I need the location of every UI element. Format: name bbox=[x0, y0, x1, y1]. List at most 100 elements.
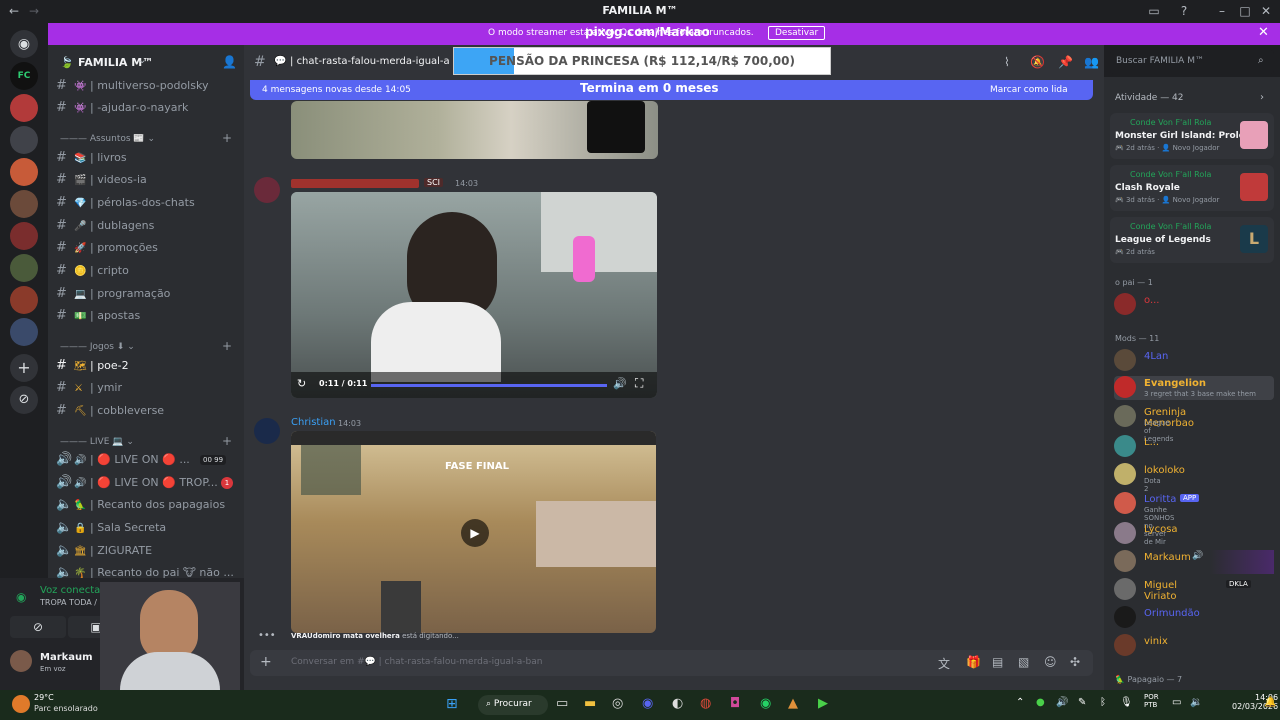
sidebar-channel[interactable]: # 💎 | pérolas-dos-chats bbox=[56, 193, 242, 213]
app-icon[interactable]: ▲ bbox=[788, 696, 798, 711]
tray-icon[interactable]: ✎ bbox=[1078, 697, 1086, 708]
sidebar-channel[interactable]: # 💻 | programação bbox=[56, 284, 242, 304]
voice-channel[interactable]: 🔊 🔊 | 🔴 LIVE ON 🔴 TROP... bbox=[56, 473, 242, 493]
attach-plus-icon[interactable]: + bbox=[260, 654, 272, 670]
chevron-right-icon[interactable]: › bbox=[1260, 92, 1264, 103]
volume-icon[interactable]: 🔊 bbox=[613, 377, 627, 390]
sticker-icon[interactable]: ▧ bbox=[1018, 655, 1029, 669]
activity-card[interactable]: Conde Von F'all Rola League of Legends 🎮… bbox=[1110, 217, 1274, 263]
volume-tray-icon[interactable]: 🔉 bbox=[1190, 697, 1202, 708]
network-icon[interactable]: ▭ bbox=[1172, 697, 1181, 708]
activity-card[interactable]: Conde Von F'all Rola Monster Girl Island… bbox=[1110, 113, 1274, 159]
server-icon[interactable] bbox=[10, 94, 38, 122]
replay-icon[interactable]: ↻ bbox=[297, 377, 306, 390]
bluetooth-icon[interactable]: ᛒ bbox=[1100, 697, 1106, 708]
server-icon[interactable] bbox=[10, 286, 38, 314]
inbox-icon[interactable]: ▭ bbox=[1146, 3, 1162, 19]
sidebar-channel[interactable]: # 🎤 | dublagens bbox=[56, 216, 242, 236]
add-channel-icon[interactable]: + bbox=[222, 434, 232, 448]
voice-channel[interactable]: 🔈 🦜 | Recanto dos papagaios bbox=[56, 495, 242, 515]
maximize-icon[interactable]: □ bbox=[1237, 3, 1253, 19]
member-item[interactable]: Markaum 🔊 bbox=[1114, 550, 1274, 574]
close-icon[interactable]: ✕ bbox=[1258, 3, 1274, 19]
video-player[interactable]: FASE FINAL ▶ bbox=[291, 431, 656, 633]
voice-channel[interactable]: 🔈 🏛 | ZIGURATE bbox=[56, 541, 242, 561]
video-progress[interactable] bbox=[371, 384, 607, 387]
mic-tray-icon[interactable]: 🎙 bbox=[1120, 697, 1133, 708]
server-icon[interactable] bbox=[10, 318, 38, 346]
sidebar-channel[interactable]: # 👾 | -ajudar-o-nayark bbox=[56, 98, 242, 118]
help-icon[interactable]: ? bbox=[1176, 3, 1192, 19]
mark-read-button[interactable]: Marcar como lida bbox=[990, 85, 1068, 95]
server-header[interactable]: 🍃 FAMILIA M™ ⌄ 👤 bbox=[48, 50, 244, 76]
threads-icon[interactable]: ⌇ bbox=[1004, 55, 1010, 69]
notification-bell-icon[interactable]: 🔔 bbox=[1264, 697, 1276, 708]
category-jogos[interactable]: ——— Jogos ⬇ ⌄ bbox=[60, 342, 135, 352]
instagram-icon[interactable]: ◘ bbox=[730, 696, 740, 711]
pin-icon[interactable]: 📌 bbox=[1058, 55, 1073, 69]
notifications-off-icon[interactable]: 🔕 bbox=[1030, 55, 1045, 69]
activity-card[interactable]: Conde Von F'all Rola Clash Royale 🎮 3d a… bbox=[1110, 165, 1274, 211]
steam-icon[interactable]: ◎ bbox=[612, 696, 623, 711]
voice-channel[interactable]: 🔈 🔒 | Sala Secreta bbox=[56, 518, 242, 538]
avatar[interactable] bbox=[254, 177, 280, 203]
camera-off-icon[interactable]: ⊘ bbox=[10, 616, 66, 638]
weather-icon[interactable] bbox=[12, 695, 30, 713]
new-messages-bar[interactable]: 4 mensagens novas desde 14:05 Termina em… bbox=[250, 80, 1093, 100]
close-banner-icon[interactable]: ✕ bbox=[1258, 25, 1269, 40]
server-icon[interactable] bbox=[10, 254, 38, 282]
search-input[interactable]: Buscar FAMILIA M™ ⌕ bbox=[1110, 50, 1274, 74]
sidebar-channel[interactable]: # 🚀 | promoções bbox=[56, 238, 242, 258]
author-name-hidden[interactable] bbox=[291, 179, 419, 188]
apps-icon[interactable]: ✣ bbox=[1070, 655, 1080, 669]
task-view-icon[interactable]: ▭ bbox=[556, 696, 568, 711]
message-image[interactable] bbox=[291, 101, 658, 159]
discord-home-icon[interactable]: ◉ bbox=[10, 30, 38, 58]
app-icon[interactable]: ▶ bbox=[818, 696, 828, 711]
server-icon[interactable] bbox=[10, 158, 38, 186]
add-channel-icon[interactable]: + bbox=[222, 339, 232, 353]
sidebar-channel[interactable]: # 👾 | multiverso-podolsky bbox=[56, 76, 242, 96]
app-icon[interactable]: ◐ bbox=[672, 696, 683, 711]
minimize-icon[interactable]: – bbox=[1214, 3, 1230, 19]
chrome-icon[interactable]: ◍ bbox=[700, 696, 711, 711]
play-icon[interactable]: ▶ bbox=[461, 519, 489, 547]
gif-icon[interactable]: ▤ bbox=[992, 655, 1003, 669]
category-assuntos[interactable]: ——— Assuntos 📰 ⌄ bbox=[60, 134, 155, 144]
message-input[interactable]: + Conversar em #💬 | chat-rasta-falou-mer… bbox=[250, 650, 1093, 676]
sidebar-channel[interactable]: # 📚 | livros bbox=[56, 148, 242, 168]
sidebar-channel[interactable]: # ⛏ | cobbleverse bbox=[56, 401, 242, 421]
disable-streamer-button[interactable]: Desativar bbox=[768, 26, 826, 40]
audio-tray-icon[interactable]: 🔊 bbox=[1056, 697, 1068, 708]
sidebar-channel[interactable]: # 💵 | apostas bbox=[56, 306, 242, 326]
sidebar-channel[interactable]: # 🎬 | videos-ia bbox=[56, 170, 242, 190]
member-item[interactable]: Evangelion 3 regret that 3 base make them bbox=[1114, 376, 1274, 400]
avatar[interactable] bbox=[254, 418, 280, 444]
category-live[interactable]: ——— LIVE 💻 ⌄ bbox=[60, 437, 134, 447]
video-player[interactable]: ↻ 0:11 / 0:11 🔊 ⛶ bbox=[291, 192, 657, 398]
translate-icon[interactable]: 文 bbox=[938, 655, 950, 672]
server-fc-icon[interactable]: FC bbox=[10, 62, 38, 90]
sidebar-channel-unread[interactable]: # 🗺 | poe-2 bbox=[56, 356, 242, 376]
weather-temp[interactable]: 29°C bbox=[34, 693, 54, 702]
tray-icon[interactable]: ● bbox=[1036, 697, 1045, 708]
add-member-icon[interactable]: 👤 bbox=[222, 55, 237, 69]
sidebar-channel[interactable]: # ⚔ | ymir bbox=[56, 378, 242, 398]
fullscreen-icon[interactable]: ⛶ bbox=[635, 376, 643, 391]
whatsapp-icon[interactable]: ◉ bbox=[760, 696, 771, 711]
gift-icon[interactable]: 🎁 bbox=[966, 655, 981, 669]
server-icon[interactable] bbox=[10, 126, 38, 154]
add-server-icon[interactable]: + bbox=[10, 354, 38, 382]
lang-indicator[interactable]: POR PTB bbox=[1144, 693, 1159, 709]
avatar[interactable] bbox=[10, 650, 32, 672]
server-icon[interactable] bbox=[10, 190, 38, 218]
server-icon[interactable] bbox=[10, 222, 38, 250]
add-channel-icon[interactable]: + bbox=[222, 131, 232, 145]
discord-taskbar-icon[interactable]: ◉ bbox=[642, 696, 653, 711]
file-explorer-icon[interactable]: ▬ bbox=[584, 696, 596, 711]
windows-start-icon[interactable]: ⊞ bbox=[446, 696, 458, 712]
explore-icon[interactable]: ⊘ bbox=[10, 386, 38, 414]
sidebar-channel[interactable]: # 🪙 | cripto bbox=[56, 261, 242, 281]
members-icon[interactable]: 👥 bbox=[1084, 55, 1099, 69]
taskbar-search[interactable]: ⌕ Procurar bbox=[478, 695, 548, 715]
